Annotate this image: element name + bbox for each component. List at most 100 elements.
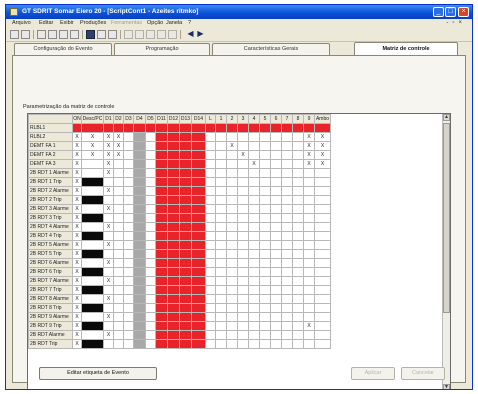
matrix-cell[interactable]	[81, 240, 104, 250]
matrix-cell[interactable]	[237, 222, 249, 232]
matrix-cell[interactable]	[292, 267, 304, 277]
matrix-cell[interactable]: X	[314, 150, 331, 160]
matrix-cell[interactable]	[103, 303, 114, 313]
matrix-cell[interactable]	[314, 213, 331, 223]
matrix-cell[interactable]	[215, 312, 227, 322]
matrix-cell[interactable]	[259, 240, 271, 250]
matrix-cell[interactable]	[270, 276, 282, 286]
matrix-cell[interactable]	[314, 267, 331, 277]
matrix-cell[interactable]	[123, 258, 134, 268]
menu-arquivo[interactable]: Arquivo	[12, 20, 31, 26]
matrix-cell[interactable]	[281, 267, 293, 277]
matrix-cell[interactable]	[179, 231, 192, 241]
matrix-cell[interactable]	[155, 330, 168, 340]
matrix-cell[interactable]	[145, 177, 156, 187]
matrix-cell[interactable]	[113, 276, 124, 286]
matrix-cell[interactable]: X	[72, 132, 82, 142]
matrix-cell[interactable]	[248, 132, 260, 142]
matrix-cell[interactable]	[113, 294, 124, 304]
matrix-cell[interactable]: X	[72, 267, 82, 277]
matrix-cell[interactable]	[237, 123, 249, 133]
row-label[interactable]: DEMT FA 3	[28, 159, 73, 169]
matrix-cell[interactable]	[133, 213, 146, 223]
matrix-cell[interactable]	[81, 285, 104, 295]
matrix-cell[interactable]	[167, 267, 180, 277]
matrix-cell[interactable]	[155, 240, 168, 250]
scroll-down-arrow[interactable]: ▼	[443, 384, 450, 389]
matrix-cell[interactable]	[314, 285, 331, 295]
matrix-cell[interactable]	[281, 330, 293, 340]
matrix-cell[interactable]: X	[81, 132, 104, 142]
next-arrow-icon[interactable]: ▶	[196, 30, 205, 39]
matrix-cell[interactable]	[133, 249, 146, 259]
menu-editar[interactable]: Editar	[39, 20, 53, 26]
matrix-cell[interactable]	[215, 222, 227, 232]
matrix-cell[interactable]	[123, 294, 134, 304]
matrix-cell[interactable]	[191, 204, 206, 214]
matrix-cell[interactable]	[155, 276, 168, 286]
matrix-cell[interactable]	[281, 276, 293, 286]
menu-producoes[interactable]: Produções	[80, 20, 106, 26]
matrix-cell[interactable]: X	[103, 141, 114, 151]
matrix-cell[interactable]	[303, 312, 315, 322]
matrix-cell[interactable]: X	[237, 150, 249, 160]
matrix-cell[interactable]	[259, 195, 271, 205]
matrix-cell[interactable]	[215, 285, 227, 295]
matrix-cell[interactable]	[205, 213, 216, 223]
matrix-cell[interactable]	[113, 312, 124, 322]
matrix-cell[interactable]	[226, 231, 238, 241]
matrix-cell[interactable]	[155, 339, 168, 349]
matrix-cell[interactable]	[281, 258, 293, 268]
matrix-cell[interactable]: X	[72, 276, 82, 286]
matrix-cell[interactable]	[314, 321, 331, 331]
matrix-cell[interactable]	[226, 240, 238, 250]
matrix-cell[interactable]	[167, 195, 180, 205]
matrix-cell[interactable]	[145, 303, 156, 313]
matrix-cell[interactable]	[191, 141, 206, 151]
row-label[interactable]: 2B RDT 1 Alarme	[28, 168, 73, 178]
matrix-cell[interactable]	[191, 294, 206, 304]
matrix-cell[interactable]	[179, 150, 192, 160]
matrix-cell[interactable]	[123, 141, 134, 151]
matrix-cell[interactable]	[167, 186, 180, 196]
matrix-cell[interactable]	[179, 258, 192, 268]
matrix-cell[interactable]: X	[113, 132, 124, 142]
matrix-cell[interactable]	[123, 204, 134, 214]
matrix-cell[interactable]	[281, 312, 293, 322]
matrix-cell[interactable]	[237, 132, 249, 142]
matrix-cell[interactable]	[270, 168, 282, 178]
matrix-cell[interactable]	[303, 195, 315, 205]
matrix-cell[interactable]	[113, 321, 124, 331]
matrix-cell[interactable]	[314, 312, 331, 322]
matrix-cell[interactable]	[270, 330, 282, 340]
edit-event-label-button[interactable]: Editar etiqueta de Evento	[39, 367, 157, 380]
row-label[interactable]: 2B RDT 8 Trip	[28, 303, 73, 313]
vertical-scrollbar[interactable]: ▲ ▼	[442, 114, 450, 389]
matrix-cell[interactable]	[270, 222, 282, 232]
matrix-cell[interactable]	[133, 123, 146, 133]
matrix-cell[interactable]: X	[103, 204, 114, 214]
row-label[interactable]: RLBL1	[28, 123, 73, 133]
matrix-cell[interactable]: X	[81, 150, 104, 160]
matrix-cell[interactable]	[248, 267, 260, 277]
matrix-cell[interactable]	[215, 294, 227, 304]
matrix-cell[interactable]	[167, 222, 180, 232]
matrix-cell[interactable]	[123, 132, 134, 142]
matrix-cell[interactable]	[248, 231, 260, 241]
matrix-cell[interactable]	[259, 285, 271, 295]
matrix-cell[interactable]	[103, 213, 114, 223]
matrix-cell[interactable]	[248, 150, 260, 160]
matrix-cell[interactable]	[205, 186, 216, 196]
matrix-cell[interactable]	[292, 249, 304, 259]
matrix-cell[interactable]	[292, 177, 304, 187]
matrix-cell[interactable]	[205, 312, 216, 322]
matrix-cell[interactable]	[133, 132, 146, 142]
matrix-cell[interactable]	[167, 339, 180, 349]
matrix-cell[interactable]	[226, 204, 238, 214]
matrix-cell[interactable]	[113, 303, 124, 313]
matrix-cell[interactable]	[292, 159, 304, 169]
matrix-cell[interactable]	[103, 267, 114, 277]
matrix-cell[interactable]	[226, 132, 238, 142]
matrix-cell[interactable]	[259, 123, 271, 133]
menu-help[interactable]: ?	[188, 20, 191, 26]
